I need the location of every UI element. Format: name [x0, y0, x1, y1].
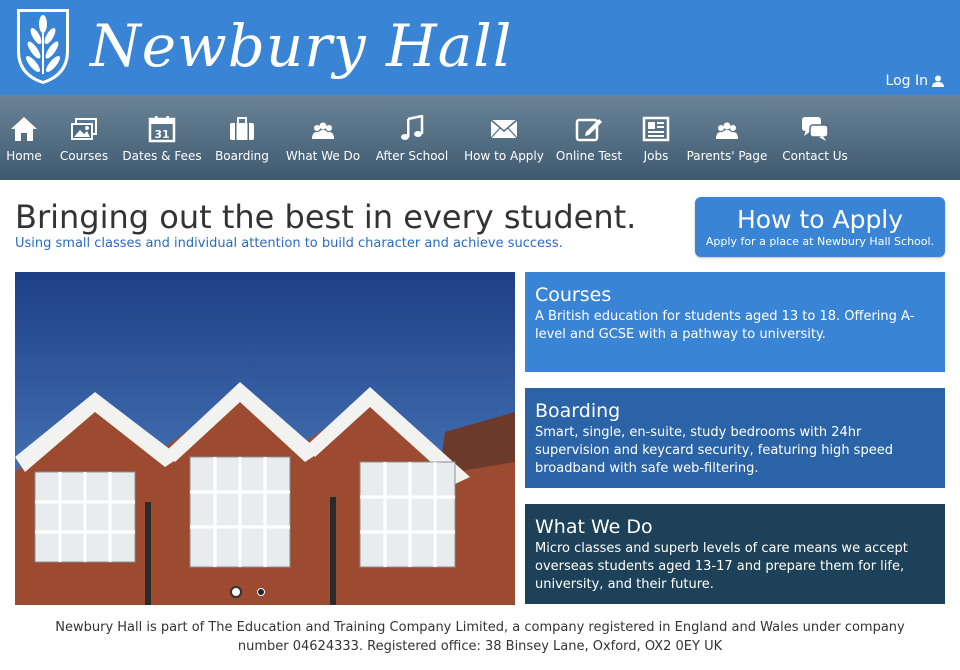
- login-link[interactable]: Log In: [886, 73, 944, 89]
- slide-dot-1[interactable]: [230, 586, 242, 598]
- footer: Newbury Hall is part of The Education an…: [0, 618, 960, 656]
- footer-text: Newbury Hall is part of The Education an…: [55, 620, 905, 654]
- newspaper-icon: [642, 116, 670, 142]
- nav-label: Contact Us: [782, 149, 848, 163]
- panel-text: Micro classes and superb levels of care …: [535, 541, 908, 592]
- panel-text: A British education for students aged 13…: [535, 309, 915, 342]
- logo-icon[interactable]: [14, 6, 72, 86]
- nav-item-home[interactable]: Home: [0, 95, 48, 180]
- site-header: Newbury Hall Log In: [0, 0, 960, 95]
- user-icon: [932, 75, 944, 87]
- login-label: Log In: [885, 73, 928, 89]
- courses-panel[interactable]: Courses A British education for students…: [525, 272, 945, 372]
- nav-item-parents-page[interactable]: Parents' Page: [684, 95, 770, 180]
- calendar-icon: 31: [148, 116, 176, 143]
- nav-label: Home: [6, 149, 42, 163]
- suitcase-icon: [230, 117, 254, 140]
- nav-item-jobs[interactable]: Jobs: [628, 95, 684, 180]
- panel-title: Boarding: [535, 400, 621, 422]
- how-to-apply-button[interactable]: How to Apply Apply for a place at Newbur…: [695, 197, 945, 257]
- nav-label: Parents' Page: [686, 149, 768, 163]
- page-headline: Bringing out the best in every student.: [15, 198, 637, 236]
- apply-button-subtitle: Apply for a place at Newbury Hall School…: [705, 235, 935, 248]
- nav-label: Dates & Fees: [122, 149, 202, 163]
- nav-item-contact-us[interactable]: Contact Us: [770, 95, 860, 180]
- site-title[interactable]: Newbury Hall: [90, 6, 512, 86]
- edit-icon: [575, 118, 602, 142]
- panel-title: Courses: [535, 284, 612, 306]
- people-icon: [716, 122, 738, 139]
- pictures-icon: [71, 118, 97, 140]
- nav-label: Boarding: [215, 149, 269, 163]
- what-we-do-panel[interactable]: What We Do Micro classes and superb leve…: [525, 504, 945, 604]
- nav-item-how-to-apply[interactable]: How to Apply: [458, 95, 550, 180]
- panel-text: Smart, single, en-suite, study bedrooms …: [535, 425, 893, 476]
- nav-item-online-test[interactable]: Online Test: [550, 95, 628, 180]
- panel-title: What We Do: [535, 516, 653, 538]
- nav-item-what-we-do[interactable]: What We Do: [280, 95, 366, 180]
- nav-label: Online Test: [555, 149, 623, 163]
- nav-label: What We Do: [285, 149, 361, 163]
- nav-item-boarding[interactable]: Boarding: [204, 95, 280, 180]
- nav-item-after-school[interactable]: After School: [366, 95, 458, 180]
- hero-slideshow[interactable]: [15, 272, 515, 605]
- people-icon: [312, 122, 334, 139]
- nav-label: Jobs: [643, 149, 669, 163]
- nav-label: Courses: [59, 149, 109, 163]
- chat-icon: [802, 117, 829, 141]
- slide-dot-2[interactable]: [257, 588, 265, 596]
- nav-label: How to Apply: [464, 149, 544, 163]
- envelope-icon: [490, 119, 518, 139]
- main-nav: Home Courses 31 Dates & Fees Boarding Wh…: [0, 95, 960, 180]
- nav-label: After School: [375, 149, 449, 163]
- nav-item-courses[interactable]: Courses: [48, 95, 120, 180]
- svg-text:31: 31: [154, 128, 169, 141]
- apply-button-title: How to Apply: [736, 205, 904, 234]
- home-icon: [11, 117, 37, 141]
- boarding-panel[interactable]: Boarding Smart, single, en-suite, study …: [525, 388, 945, 488]
- page-tagline: Using small classes and individual atten…: [15, 236, 563, 251]
- music-icon: [401, 115, 424, 140]
- nav-item-dates-fees[interactable]: 31 Dates & Fees: [120, 95, 204, 180]
- school-building-image: [15, 272, 515, 605]
